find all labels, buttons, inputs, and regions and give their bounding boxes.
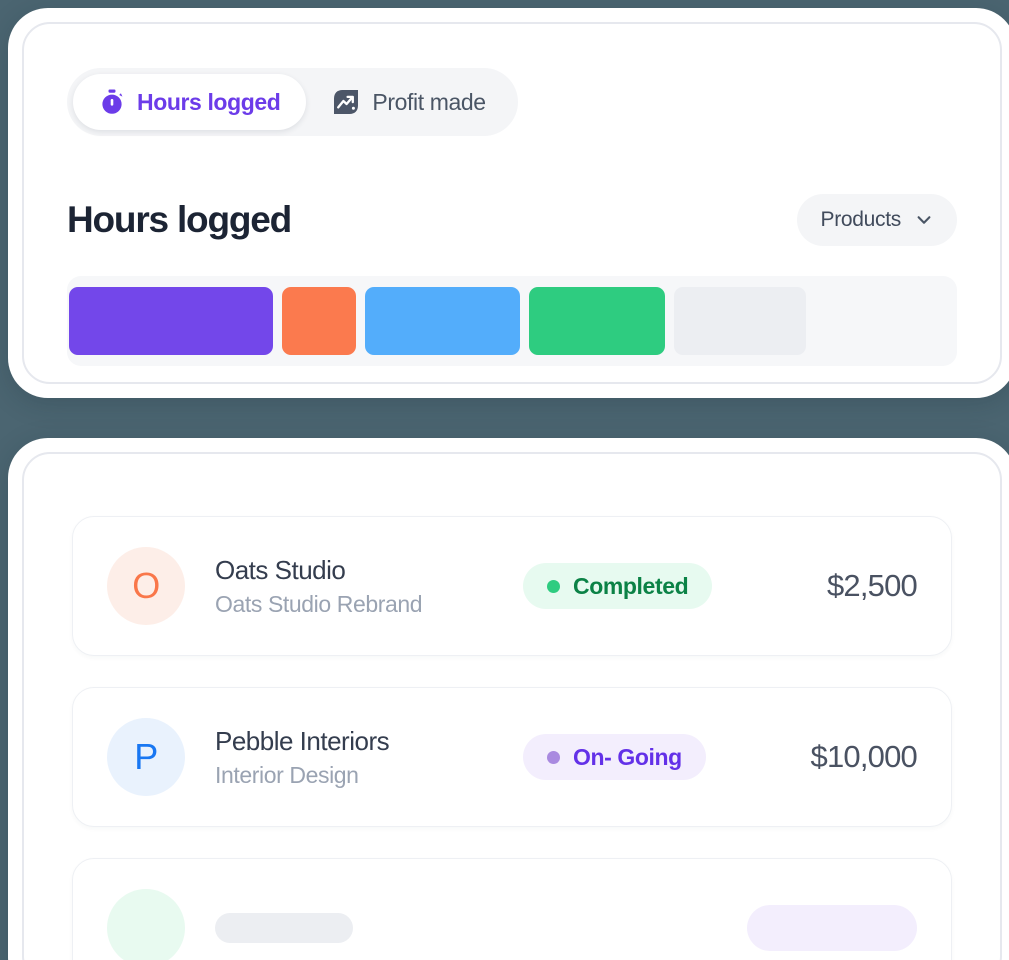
tab-hours-logged[interactable]: Hours logged — [73, 74, 307, 130]
project-row[interactable]: O Oats Studio Oats Studio Rebrand Completed… — [72, 516, 952, 656]
skeleton-status-placeholder — [747, 905, 917, 951]
products-dropdown-label: Products — [820, 208, 902, 231]
project-title: Oats Studio — [215, 554, 346, 585]
project-list: O Oats Studio Oats Studio Rebrand Completed… — [72, 516, 952, 960]
project-title: Pebble Interiors — [215, 725, 390, 756]
progress-segment-purple[interactable] — [69, 287, 274, 355]
avatar — [107, 889, 185, 960]
status-badge-label: On- Going — [573, 743, 682, 770]
hours-progress-bar — [67, 276, 957, 366]
project-subtitle: Interior Design — [215, 761, 359, 788]
chevron-down-icon — [917, 216, 931, 224]
status-dot-icon — [547, 579, 560, 593]
project-name-group: Pebble Interiors Interior Design — [215, 726, 523, 789]
progress-segment-orange[interactable] — [282, 287, 356, 355]
skeleton-title-placeholder — [215, 913, 353, 943]
status-badge-label: Completed — [573, 572, 689, 599]
projects-card-inner: O Oats Studio Oats Studio Rebrand Completed… — [22, 452, 1002, 960]
chart-trend-up-icon — [334, 90, 359, 114]
progress-segment-blue[interactable] — [364, 287, 520, 355]
project-amount: $2,500 — [826, 568, 918, 603]
project-subtitle: Oats Studio Rebrand — [215, 590, 423, 617]
progress-segment-gray[interactable] — [673, 287, 807, 355]
section-header: Hours logged Products — [67, 194, 957, 246]
hours-logged-card: Hours logged Profit made Hours logged Pr… — [8, 8, 1009, 398]
project-name-group: Oats Studio Oats Studio Rebrand — [215, 555, 523, 618]
status-badge[interactable]: On- Going — [523, 734, 706, 780]
tab-hours-logged-label: Hours logged — [137, 88, 281, 115]
project-row[interactable]: P Pebble Interiors Interior Design On- Goin… — [72, 687, 952, 827]
avatar: P — [107, 718, 185, 796]
stopwatch-icon — [102, 89, 123, 114]
tab-profit-made-label: Profit made — [372, 88, 486, 115]
project-row-loading[interactable] — [72, 858, 952, 960]
hours-logged-card-inner: Hours logged Profit made Hours logged Pr… — [22, 22, 1002, 384]
tab-profit-made[interactable]: Profit made — [306, 74, 511, 130]
project-amount: $10,000 — [810, 739, 918, 774]
status-badge[interactable]: Completed — [523, 563, 713, 609]
projects-card: O Oats Studio Oats Studio Rebrand Completed… — [8, 438, 1009, 960]
progress-segment-empty — [815, 287, 956, 355]
metric-tab-switcher: Hours logged Profit made — [67, 68, 518, 136]
progress-segment-green[interactable] — [528, 287, 665, 355]
status-dot-icon — [547, 750, 560, 764]
products-dropdown[interactable]: Products — [796, 194, 957, 246]
avatar: O — [107, 547, 185, 625]
page-title: Hours logged — [67, 199, 292, 240]
